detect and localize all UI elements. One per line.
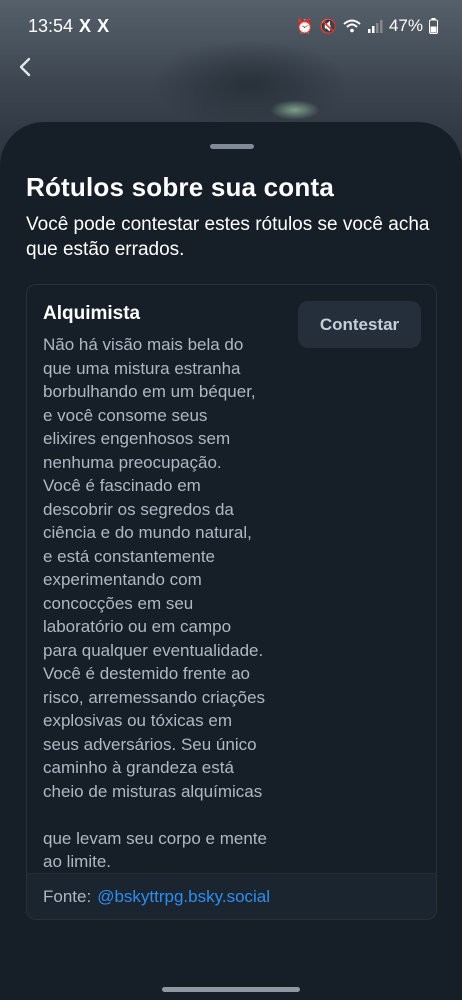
label-name: Alquimista: [43, 303, 141, 324]
x-app-icon: X: [97, 15, 110, 36]
home-indicator[interactable]: [162, 987, 300, 992]
source-prefix: Fonte:: [43, 886, 92, 906]
label-source: Fonte: @bskyttrpg.bsky.social: [27, 873, 436, 919]
status-bar: 13:54 X X ⏰ 🔇 47%: [0, 0, 462, 52]
sheet-subtitle: Você pode contestar estes rótulos se voc…: [26, 214, 430, 260]
alarm-icon: ⏰: [296, 17, 314, 34]
sheet-drag-handle[interactable]: [210, 144, 254, 149]
label-description: Não há visão mais bela do que uma mistur…: [43, 335, 267, 871]
source-handle-link[interactable]: @bskyttrpg.bsky.social: [97, 887, 270, 907]
mute-icon: 🔇: [319, 17, 337, 34]
sheet-title: Rótulos sobre sua conta: [26, 172, 334, 202]
status-time: 13:54: [28, 15, 74, 36]
battery-percent: 47%: [388, 16, 423, 35]
status-bar-left: 13:54 X X: [28, 16, 109, 37]
x-app-icon: X: [79, 15, 92, 36]
label-card: Alquimista Não há visão mais bela do que…: [26, 284, 437, 920]
battery-icon: [429, 18, 438, 34]
chevron-left-icon: [19, 57, 31, 77]
banner-art-shadow: [150, 40, 350, 130]
back-button[interactable]: [10, 50, 40, 84]
contest-button[interactable]: Contestar: [298, 301, 421, 348]
signal-icon: [367, 20, 383, 33]
wifi-icon: [343, 19, 361, 33]
banner-art-eye: [270, 100, 320, 120]
status-bar-right: ⏰ 🔇 47%: [296, 16, 438, 36]
